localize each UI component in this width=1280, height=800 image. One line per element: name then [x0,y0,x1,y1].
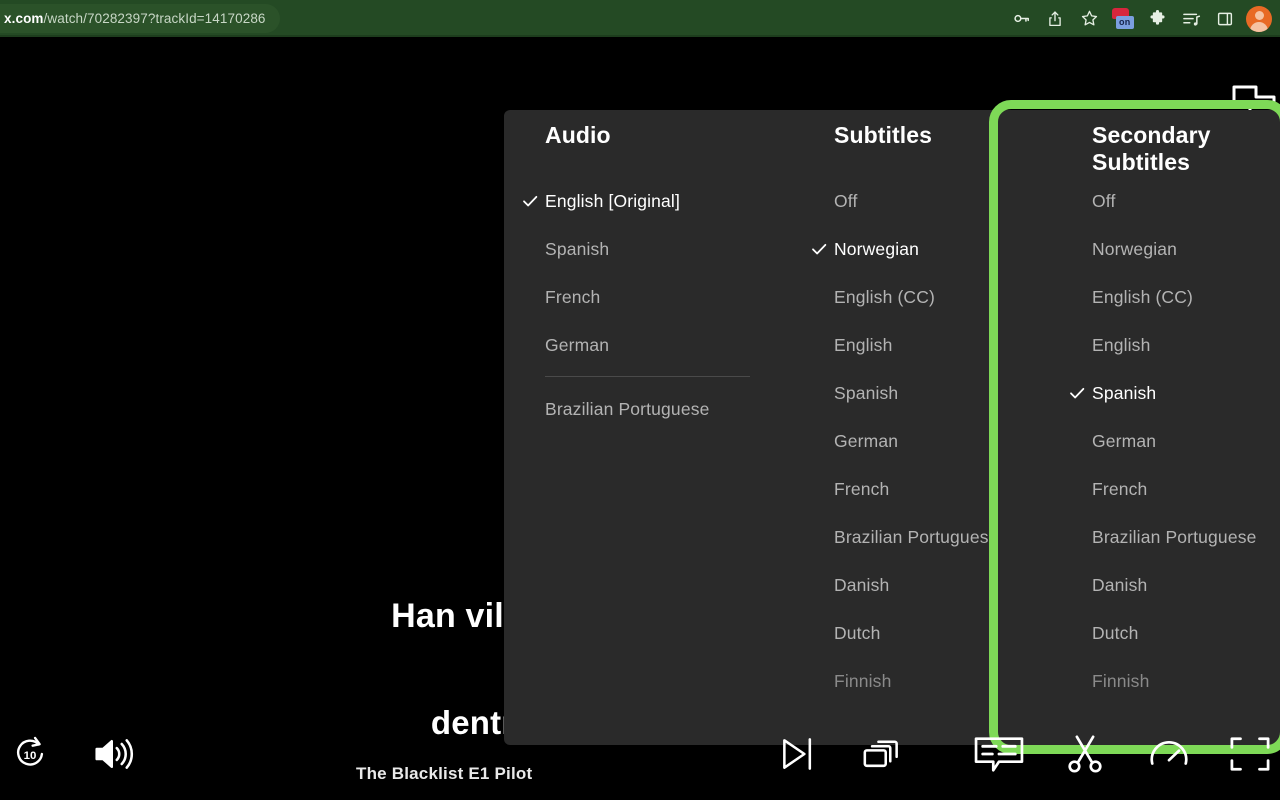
option-item[interactable]: Off [834,177,1048,225]
audio-option-list: English [Original] Spanish French German Bra… [523,177,796,433]
option-label: Spanish [834,382,899,403]
fullscreen-icon[interactable] [1228,734,1272,774]
subtitles-option-list: Off Norwegian English (CC) English Spanish Ge… [812,177,1048,705]
option-item[interactable]: Dutch [834,609,1048,657]
option-label: Off [1092,190,1116,211]
option-label: Brazilian Portuguese [1092,526,1257,547]
option-label: Danish [834,574,890,595]
option-item[interactable]: Spanish [1070,369,1280,417]
option-item[interactable]: German [834,417,1048,465]
option-item[interactable]: English (CC) [834,273,1048,321]
address-bar[interactable]: x.com/watch/70282397?trackId=14170286 [0,4,280,33]
forward-10-icon[interactable]: 10 [8,732,52,776]
option-label: Brazilian Portuguese [834,526,999,547]
option-item[interactable]: Spanish [545,225,796,273]
option-label: English [1092,334,1151,355]
option-item[interactable]: German [1092,417,1280,465]
svg-text:10: 10 [24,750,37,762]
password-key-icon[interactable] [1004,4,1038,34]
episodes-icon[interactable] [860,734,906,774]
check-icon [1068,384,1086,402]
option-item[interactable]: French [834,465,1048,513]
option-item[interactable]: Finnish [1092,657,1280,705]
extension-badge-icon[interactable]: on [1106,4,1140,34]
option-label: Finnish [1092,670,1150,691]
audio-column-title: Audio [545,122,611,148]
subtitles-column: Subtitles Off Norwegian English (CC) Englis… [796,110,1048,745]
url-text: x.com/watch/70282397?trackId=14170286 [4,11,266,26]
option-item[interactable]: English [Original] [523,177,796,225]
secondary-subtitles-option-list: Off Norwegian English (CC) English Spanish Ge… [1070,177,1280,705]
volume-icon[interactable] [92,734,136,774]
option-divider [545,376,750,377]
option-label: English [834,334,893,355]
bookmark-star-icon[interactable] [1072,4,1106,34]
option-item[interactable]: French [1092,465,1280,513]
option-item[interactable]: Spanish [834,369,1048,417]
player-controls: 10 [0,708,1280,800]
option-item[interactable]: Brazilian Portuguese [545,385,796,433]
option-item[interactable]: Off [1092,177,1280,225]
option-item[interactable]: Brazilian Portuguese [834,513,1048,561]
share-icon[interactable] [1038,4,1072,34]
playback-speed-icon[interactable] [1146,732,1192,776]
option-item[interactable]: Norwegian [1092,225,1280,273]
option-label: Norwegian [1092,238,1178,259]
profile-avatar[interactable] [1246,5,1272,32]
video-stage: Han vil forlate Salo dentro de 36 horas.… [0,37,1280,800]
option-item[interactable]: Norwegian [812,225,1048,273]
option-label: German [545,334,610,355]
option-item[interactable]: German [545,321,796,369]
option-label: French [1092,478,1148,499]
option-label: English [Original] [545,190,680,211]
option-item[interactable]: Brazilian Portuguese [1092,513,1280,561]
option-item[interactable]: French [545,273,796,321]
option-item[interactable]: English [834,321,1048,369]
player-page: x.com/watch/70282397?trackId=14170286 on… [0,0,1280,800]
url-path: /watch/70282397?trackId=14170286 [43,11,266,26]
option-label: German [834,430,899,451]
option-item[interactable]: Finnish [834,657,1048,705]
option-item[interactable]: Dutch [1092,609,1280,657]
option-label: Dutch [1092,622,1139,643]
check-icon [810,240,828,258]
next-episode-icon[interactable] [776,734,820,774]
puzzle-extensions-icon[interactable] [1140,4,1174,34]
option-label: Dutch [834,622,881,643]
option-label: English (CC) [834,286,935,307]
check-icon [521,192,539,210]
extension-badge-label: on [1116,15,1134,29]
option-label: French [834,478,890,499]
side-panel-icon[interactable] [1208,4,1242,34]
secondary-subtitles-column-title: Secondary Subtitles [1092,122,1211,175]
browser-toolbar: x.com/watch/70282397?trackId=14170286 on [0,0,1280,37]
option-label: Off [834,190,858,211]
subtitles-audio-icon[interactable] [972,732,1026,776]
option-item[interactable]: Danish [834,561,1048,609]
option-label: Norwegian [834,238,920,259]
audio-column: Audio English [Original] Spanish French Ger… [504,110,796,745]
browser-toolbar-icons: on [1004,0,1272,37]
media-playlist-icon[interactable] [1174,4,1208,34]
option-label: German [1092,430,1157,451]
option-label: Spanish [1092,382,1157,403]
option-label: Finnish [834,670,892,691]
option-label: Spanish [545,238,610,259]
clip-scissors-icon[interactable] [1062,732,1108,776]
option-item[interactable]: English (CC) [1092,273,1280,321]
url-domain: x.com [4,11,44,26]
option-item[interactable]: English [1092,321,1280,369]
audio-subtitles-panel: Audio English [Original] Spanish French Ger… [504,110,1280,745]
subtitles-column-title: Subtitles [834,122,933,148]
option-label: Brazilian Portuguese [545,398,710,419]
option-item[interactable]: Danish [1092,561,1280,609]
option-label: French [545,286,601,307]
option-label: English (CC) [1092,286,1193,307]
secondary-subtitles-column: Secondary Subtitles Off Norwegian English … [1048,110,1280,745]
option-label: Danish [1092,574,1148,595]
